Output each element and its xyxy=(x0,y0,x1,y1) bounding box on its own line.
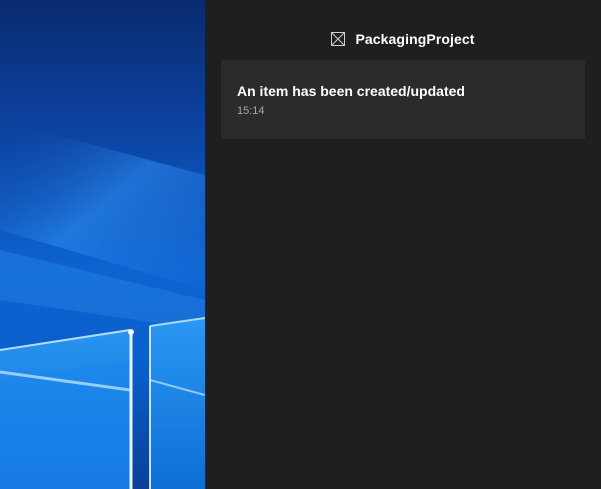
logo-glow-point xyxy=(128,329,134,335)
windows-logo-wallpaper xyxy=(0,120,205,489)
desktop-wallpaper xyxy=(0,0,205,489)
placeholder-app-icon xyxy=(331,32,346,46)
app-name: PackagingProject xyxy=(355,31,475,47)
action-center-panel: PackagingProject An item has been create… xyxy=(205,0,601,489)
logo-pane xyxy=(150,318,205,489)
logo-pane xyxy=(0,360,130,489)
screen: PackagingProject An item has been create… xyxy=(0,0,601,489)
notification-toast[interactable]: An item has been created/updated 15:14 xyxy=(221,60,585,139)
notification-title: An item has been created/updated xyxy=(237,83,465,99)
notification-group-header[interactable]: PackagingProject xyxy=(205,28,601,50)
notification-time: 15:14 xyxy=(237,105,265,117)
